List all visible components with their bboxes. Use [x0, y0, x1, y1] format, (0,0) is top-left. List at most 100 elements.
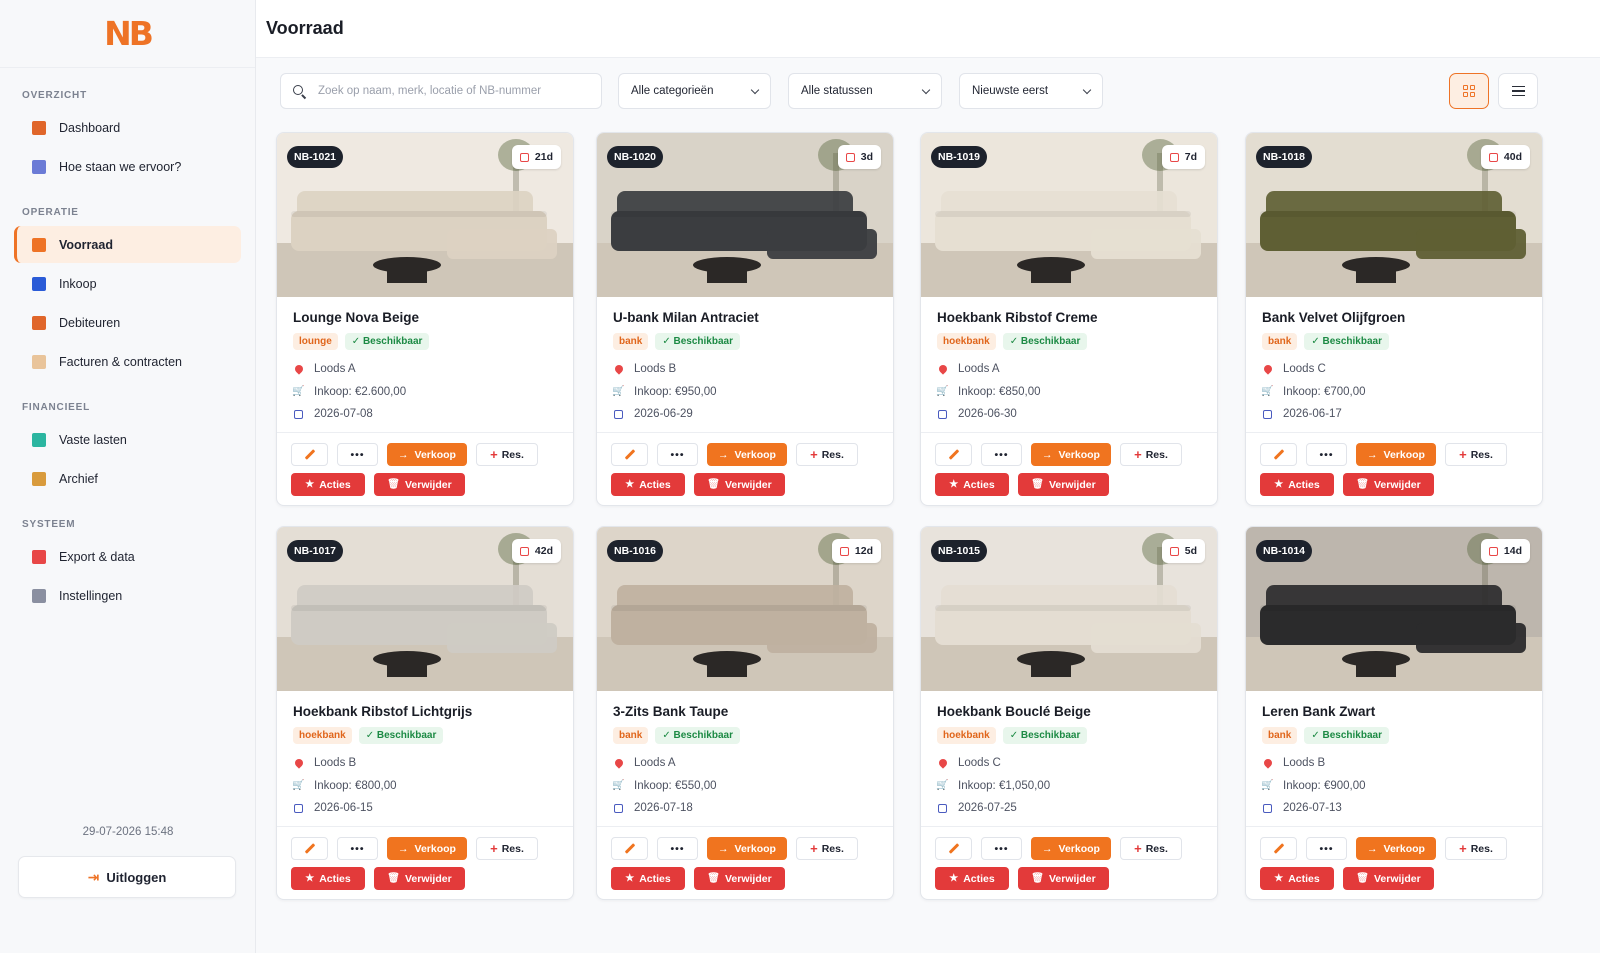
more-button[interactable]: ••• [657, 837, 698, 860]
actions-button[interactable]: ★ Acties [291, 867, 365, 890]
actions-button[interactable]: ★ Acties [1260, 867, 1334, 890]
sidebar-item-dashboard[interactable]: Dashboard [14, 109, 241, 146]
sidebar-item-archief[interactable]: Archief [14, 460, 241, 497]
logo[interactable]: NB [0, 0, 255, 68]
delete-button[interactable]: 🗑 Verwijder [1018, 867, 1109, 890]
sidebar-item-debiteuren[interactable]: Debiteuren [14, 304, 241, 341]
sidebar-item-vaste-lasten[interactable]: Vaste lasten [14, 421, 241, 458]
product-card[interactable]: NB-1015 5d Hoekbank Bouclé Beige hoekban… [920, 526, 1218, 900]
product-photo[interactable]: NB-1015 5d [921, 527, 1217, 691]
actions-label: Acties [319, 872, 351, 885]
sell-button[interactable]: → Verkoop [1031, 443, 1111, 466]
more-button[interactable]: ••• [337, 837, 378, 860]
status-filter-select[interactable]: Alle statussen [788, 73, 942, 109]
location-value: Loods A [634, 757, 676, 770]
purchase-label: Inkoop: [314, 779, 352, 792]
actions-button[interactable]: ★ Acties [935, 473, 1009, 496]
product-card[interactable]: NB-1016 12d 3-Zits Bank Taupe bank ✓ Bes… [596, 526, 894, 900]
sort-select[interactable]: Nieuwste eerst [959, 73, 1103, 109]
more-button[interactable]: ••• [981, 443, 1022, 466]
sell-button[interactable]: → Verkoop [387, 443, 467, 466]
cart-icon: 🛒 [612, 780, 625, 792]
actions-button[interactable]: ★ Acties [1260, 473, 1334, 496]
list-view-button[interactable] [1498, 73, 1538, 109]
edit-button[interactable] [291, 837, 328, 860]
delete-button[interactable]: 🗑 Verwijder [694, 867, 785, 890]
edit-button[interactable] [291, 443, 328, 466]
edit-button[interactable] [1260, 443, 1297, 466]
actions-button[interactable]: ★ Acties [291, 473, 365, 496]
date-row: 2026-06-30 [937, 403, 1201, 426]
product-photo[interactable]: NB-1014 14d [1246, 527, 1542, 691]
product-card[interactable]: NB-1021 21d Lounge Nova Beige lounge ✓ B… [276, 132, 574, 506]
more-button[interactable]: ••• [1306, 443, 1347, 466]
sell-button[interactable]: → Verkoop [707, 443, 787, 466]
logout-button[interactable]: ⇥ Uitloggen [18, 856, 236, 898]
pencil-icon [1273, 449, 1284, 460]
delete-button[interactable]: 🗑 Verwijder [1343, 473, 1434, 496]
product-card[interactable]: NB-1019 7d Hoekbank Ribstof Creme hoekba… [920, 132, 1218, 506]
more-button[interactable]: ••• [337, 443, 378, 466]
reserve-button[interactable]: + Res. [1120, 837, 1182, 860]
product-photo[interactable]: NB-1018 40d [1246, 133, 1542, 297]
reserve-button[interactable]: + Res. [1445, 837, 1507, 860]
product-card[interactable]: NB-1014 14d Leren Bank Zwart bank ✓ Besc… [1245, 526, 1543, 900]
sidebar-item-facturen-contracten[interactable]: Facturen & contracten [14, 343, 241, 380]
product-card[interactable]: NB-1020 3d U-bank Milan Antraciet bank ✓… [596, 132, 894, 506]
reserve-button[interactable]: + Res. [476, 443, 538, 466]
more-button[interactable]: ••• [981, 837, 1022, 860]
product-photo[interactable]: NB-1016 12d [597, 527, 893, 691]
reserve-button[interactable]: + Res. [796, 837, 858, 860]
more-button[interactable]: ••• [657, 443, 698, 466]
pencil-icon [948, 449, 959, 460]
sell-button[interactable]: → Verkoop [387, 837, 467, 860]
search-input[interactable] [318, 85, 588, 97]
reserve-button[interactable]: + Res. [796, 443, 858, 466]
edit-button[interactable] [611, 837, 648, 860]
export-icon [32, 549, 46, 564]
arrow-right-icon: → [1367, 448, 1378, 461]
days-value: 3d [860, 151, 873, 163]
product-card[interactable]: NB-1018 40d Bank Velvet Olijfgroen bank … [1245, 132, 1543, 506]
card-actions: ••• → Verkoop + Res. ★ Acties 🗑 Verwijde… [921, 827, 1217, 890]
check-icon: ✓ [1009, 730, 1021, 741]
reserve-button[interactable]: + Res. [476, 837, 538, 860]
star-icon: ★ [625, 873, 635, 884]
sidebar-item-export-data[interactable]: Export & data [14, 538, 241, 575]
sidebar-item-instellingen[interactable]: Instellingen [14, 577, 241, 614]
product-card[interactable]: NB-1017 42d Hoekbank Ribstof Lichtgrijs … [276, 526, 574, 900]
reserve-button[interactable]: + Res. [1445, 443, 1507, 466]
edit-button[interactable] [935, 837, 972, 860]
delete-button[interactable]: 🗑 Verwijder [1343, 867, 1434, 890]
actions-button[interactable]: ★ Acties [611, 473, 685, 496]
reserve-button[interactable]: + Res. [1120, 443, 1182, 466]
sell-button[interactable]: → Verkoop [1031, 837, 1111, 860]
edit-button[interactable] [611, 443, 648, 466]
edit-button[interactable] [935, 443, 972, 466]
product-photo[interactable]: NB-1020 3d [597, 133, 893, 297]
sidebar-item-inkoop[interactable]: Inkoop [14, 265, 241, 302]
actions-button[interactable]: ★ Acties [611, 867, 685, 890]
delete-button[interactable]: 🗑 Verwijder [374, 867, 465, 890]
product-photo[interactable]: NB-1019 7d [921, 133, 1217, 297]
location-pin-icon [936, 363, 949, 375]
grid-view-button[interactable] [1449, 73, 1489, 109]
location-row: Loods A [936, 358, 1201, 381]
category-filter-select[interactable]: Alle categorieën [618, 73, 771, 109]
product-photo[interactable]: NB-1021 21d [277, 133, 573, 297]
delete-button[interactable]: 🗑 Verwijder [374, 473, 465, 496]
edit-button[interactable] [1260, 837, 1297, 860]
more-button[interactable]: ••• [1306, 837, 1347, 860]
actions-button[interactable]: ★ Acties [935, 867, 1009, 890]
category-tag: lounge [293, 333, 338, 350]
sidebar-item-hoe-staan-we-ervoor[interactable]: Hoe staan we ervoor? [14, 148, 241, 185]
sell-button[interactable]: → Verkoop [1356, 837, 1436, 860]
sidebar-item-voorraad[interactable]: Voorraad [14, 226, 241, 263]
product-photo[interactable]: NB-1017 42d [277, 527, 573, 691]
sell-button[interactable]: → Verkoop [707, 837, 787, 860]
days-in-stock-badge: 7d [1161, 145, 1205, 169]
delete-button[interactable]: 🗑 Verwijder [1018, 473, 1109, 496]
trend-icon [32, 159, 46, 174]
delete-button[interactable]: 🗑 Verwijder [694, 473, 785, 496]
sell-button[interactable]: → Verkoop [1356, 443, 1436, 466]
